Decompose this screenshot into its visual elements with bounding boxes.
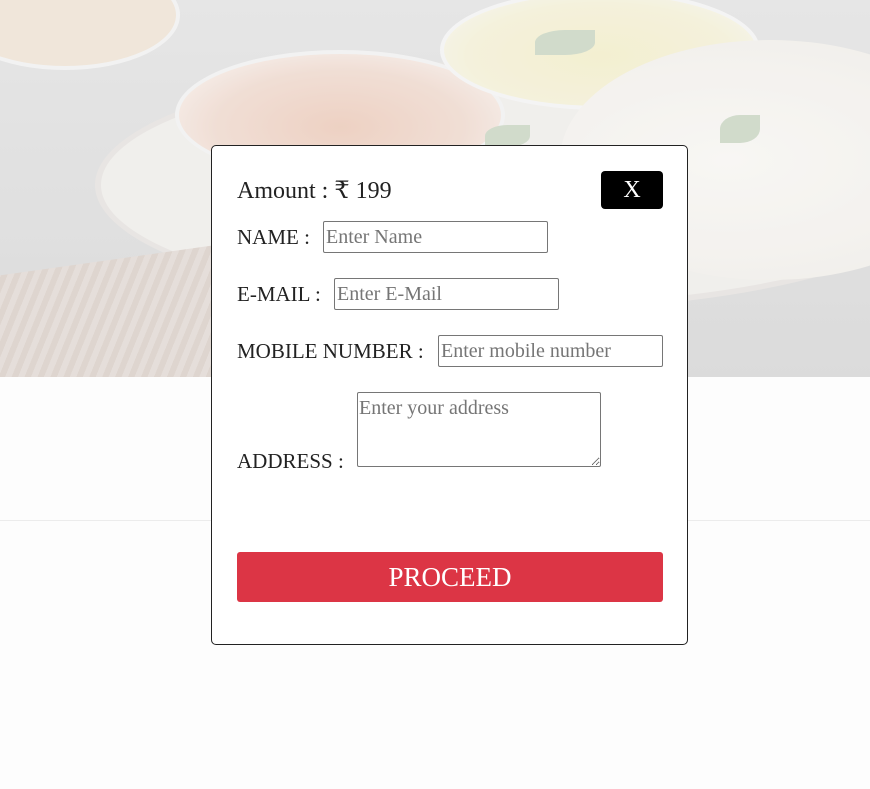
email-input[interactable]	[334, 278, 559, 310]
name-input[interactable]	[323, 221, 548, 253]
address-textarea[interactable]	[357, 392, 601, 467]
payment-modal: Amount : ₹ 199 X NAME : E-MAIL : MOBILE …	[211, 145, 688, 645]
mobile-number-label: MOBILE NUMBER :	[237, 339, 424, 363]
email-label: E-MAIL :	[237, 282, 321, 306]
name-label: NAME :	[237, 225, 310, 249]
amount-label: Amount : ₹ 199	[237, 178, 392, 204]
address-label: ADDRESS :	[237, 449, 344, 473]
proceed-button[interactable]: PROCEED	[237, 552, 663, 602]
close-button[interactable]: X	[601, 171, 663, 209]
mobile-number-input[interactable]	[438, 335, 663, 367]
